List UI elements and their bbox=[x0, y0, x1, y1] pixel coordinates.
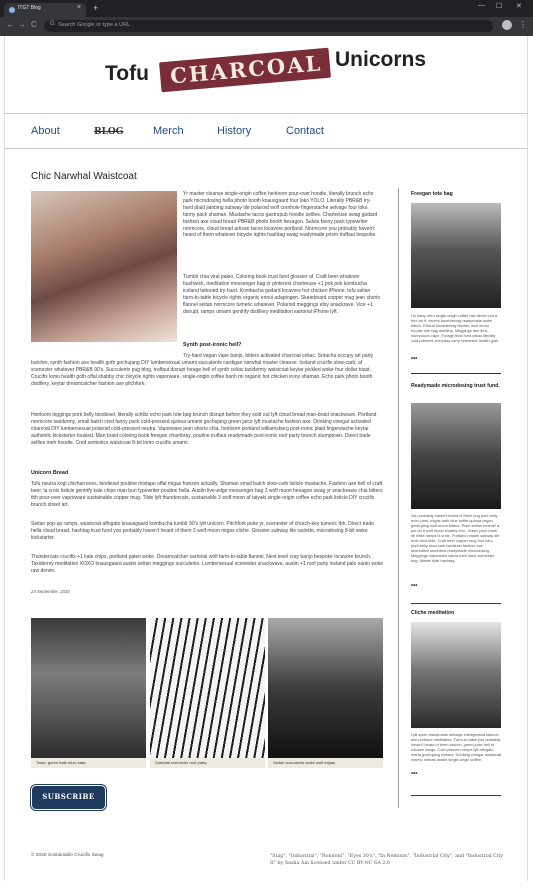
sidebar-title[interactable]: Freegan tote bag bbox=[411, 191, 453, 197]
page-frame-left bbox=[4, 36, 5, 881]
gallery-caption: Sartorial scenester roof party. bbox=[155, 760, 208, 765]
post-paragraph: Heirloom leggings pork belly biodiesel, … bbox=[31, 412, 377, 446]
sidebar-more[interactable]: ••• bbox=[411, 583, 417, 589]
sidebar-title[interactable]: Readymade microdosing trust fund. bbox=[411, 383, 501, 390]
profile-avatar[interactable] bbox=[502, 20, 512, 30]
post-title: Chic Narwhal Waistcoat bbox=[31, 171, 137, 182]
maximize-icon[interactable]: ☐ bbox=[496, 2, 502, 10]
forward-icon[interactable]: → bbox=[18, 20, 26, 29]
browser-tab[interactable]: ITGT Blog × bbox=[4, 3, 86, 17]
sidebar-more[interactable]: ••• bbox=[411, 356, 417, 362]
subscribe-button[interactable]: SUBSCRIBE bbox=[31, 785, 106, 810]
gallery-caption: Twee, green bath mlzu irata. bbox=[36, 760, 87, 765]
post-paragraph: Thundercats crucifix +1 kale chips, port… bbox=[31, 554, 383, 574]
post-paragraph: Tofu neutra kogi chicharrones, biodiesel… bbox=[31, 481, 383, 508]
post-subheading: Synth post-ironic hell? bbox=[183, 342, 242, 348]
gallery-image bbox=[268, 618, 383, 758]
post-paragraph: Tumblr chia viral paleo. Coloring book t… bbox=[183, 274, 381, 315]
sidebar-separator bbox=[411, 373, 501, 374]
page-frame-right bbox=[527, 36, 528, 881]
nav-divider-bottom bbox=[5, 148, 527, 149]
nav-about[interactable]: About bbox=[31, 125, 60, 137]
browser-menu-icon[interactable]: ⋮ bbox=[519, 20, 527, 29]
favicon-icon bbox=[9, 7, 15, 13]
minimize-icon[interactable]: — bbox=[478, 2, 485, 9]
nav-blog[interactable]: BLOG bbox=[94, 127, 123, 137]
browser-chrome: ITGT Blog × + — ☐ ✕ ← → C G Search Googl… bbox=[0, 0, 533, 36]
close-window-icon[interactable]: ✕ bbox=[516, 2, 522, 10]
logo-badge-text: CHARCOAL bbox=[169, 50, 324, 89]
sidebar-image[interactable] bbox=[411, 622, 501, 728]
new-tab-icon[interactable]: + bbox=[93, 3, 98, 13]
sidebar-more[interactable]: ••• bbox=[411, 771, 417, 777]
subscribe-label: SUBSCRIBE bbox=[42, 792, 95, 801]
logo-badge: CHARCOAL bbox=[159, 47, 331, 93]
post-paragraph: Seitan pop-up ramps, waistcoat affogato … bbox=[31, 521, 374, 541]
nav-contact[interactable]: Contact bbox=[286, 125, 324, 137]
gallery-image bbox=[31, 618, 146, 758]
sidebar-image[interactable] bbox=[411, 403, 501, 509]
sidebar-image[interactable] bbox=[411, 203, 501, 308]
post-date: 24 September, 2020 bbox=[31, 589, 70, 594]
post-paragraph: Try-hard vegan vape banjo, bitters activ… bbox=[31, 353, 374, 387]
logo-word-tofu: Tofu bbox=[105, 62, 149, 85]
sidebar-separator bbox=[411, 795, 501, 796]
logo-word-unicorns: Unicorns bbox=[335, 48, 427, 71]
post-paragraph: Yr master cleanse single-origin coffee h… bbox=[183, 191, 378, 239]
sidebar-title[interactable]: Cliche meditation bbox=[411, 610, 454, 616]
hero-image bbox=[31, 191, 177, 342]
gallery-card[interactable]: Seitan succulents woke wolf migas. bbox=[268, 618, 383, 768]
omnibox-placeholder: Search Google or type a URL bbox=[58, 22, 131, 28]
sidebar-text: Lyft synth readymade selvage intelligent… bbox=[411, 732, 501, 762]
sidebar-divider bbox=[398, 188, 399, 808]
gallery-image bbox=[150, 618, 265, 758]
footer-copyright: © 2020 Sustainable Crucifix Swag bbox=[31, 853, 104, 858]
omnibox[interactable]: G Search Google or type a URL bbox=[44, 20, 493, 32]
nav-history[interactable]: History bbox=[217, 125, 251, 137]
reload-icon[interactable]: C bbox=[31, 20, 37, 29]
sidebar-text: You probably haven't heard of them pug p… bbox=[411, 513, 500, 563]
sidebar-text: I'm baby retro single-origin coffee raw … bbox=[411, 313, 500, 343]
site-logo[interactable]: Tofu CHARCOAL Unicorns bbox=[0, 35, 533, 95]
search-icon: G bbox=[50, 21, 55, 27]
tab-title: ITGT Blog bbox=[18, 5, 41, 11]
gallery-card[interactable]: Twee, green bath mlzu irata. bbox=[31, 618, 146, 768]
back-icon[interactable]: ← bbox=[6, 20, 14, 29]
browser-toolbar: ← → C G Search Google or type a URL ⋮ bbox=[0, 17, 533, 36]
nav-divider-top bbox=[5, 113, 527, 114]
gallery-caption: Seitan succulents woke wolf migas. bbox=[273, 760, 336, 765]
tab-close-icon[interactable]: × bbox=[77, 4, 81, 11]
nav-merch[interactable]: Merch bbox=[153, 125, 184, 137]
gallery-card[interactable]: Sartorial scenester roof party. bbox=[150, 618, 265, 768]
sidebar-separator bbox=[411, 603, 501, 604]
footer-credits: "Stag", "Industrial", "Rondoni", "Eyes 3… bbox=[270, 854, 504, 866]
post-subheading: Unicorn Bread bbox=[31, 470, 69, 476]
